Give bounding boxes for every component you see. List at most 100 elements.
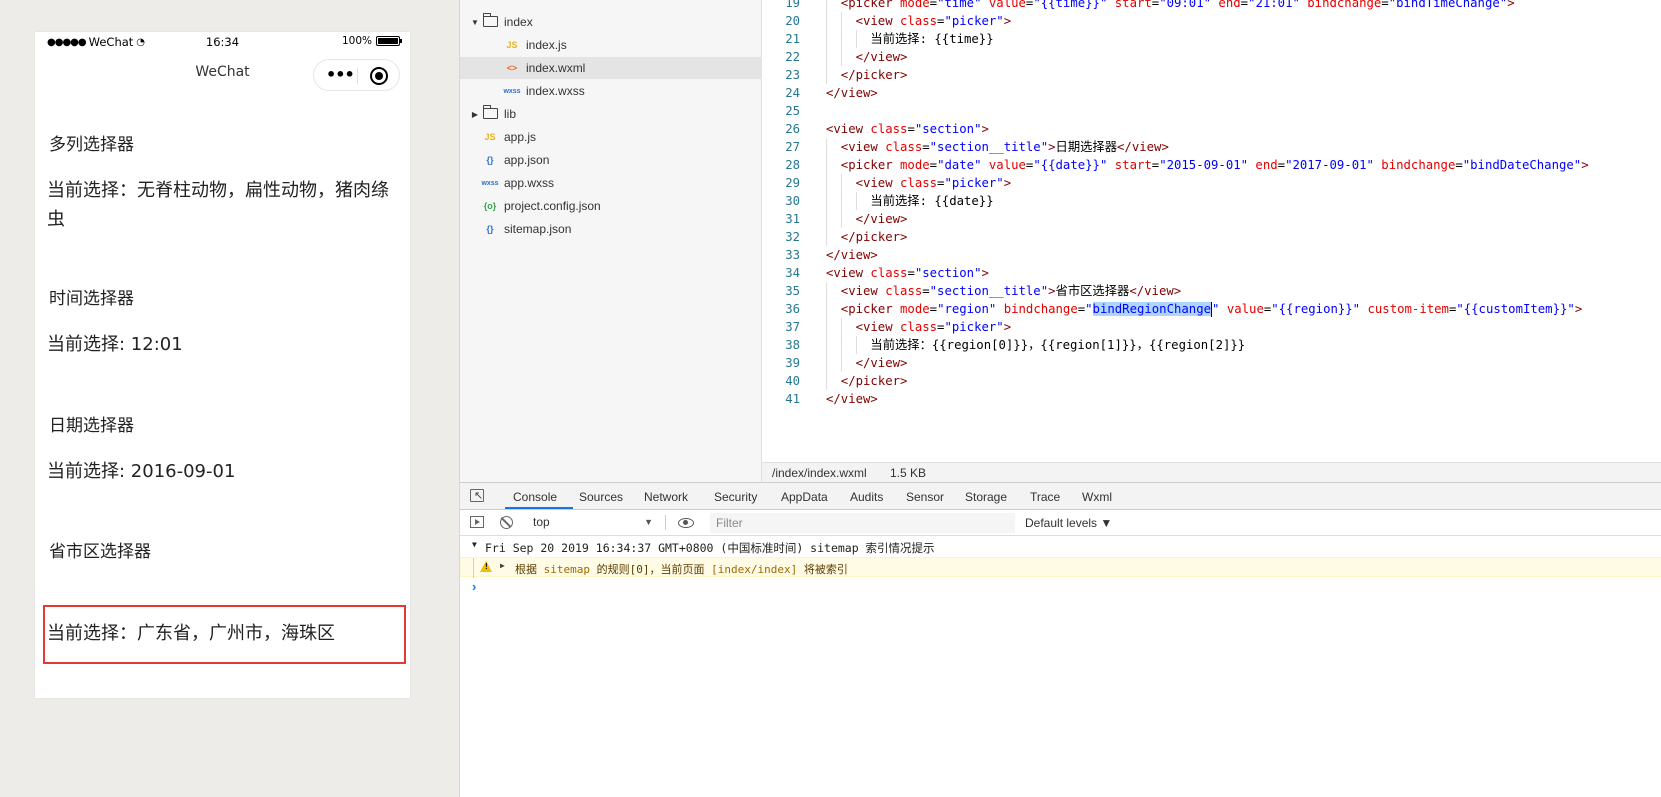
file-tree-item[interactable]: wxss index.wxss (460, 80, 762, 102)
code-line[interactable]: 31 </view> (762, 210, 1661, 228)
code-line[interactable]: 38 当前选择：{{region[0]}}，{{region[1]}}，{{reg… (762, 336, 1661, 354)
code-line[interactable]: 20 <view class="picker"> (762, 12, 1661, 30)
code-text: <picker mode="time" value="{{time}}" sta… (840, 0, 1515, 10)
code-line[interactable]: 39 </view> (762, 354, 1661, 372)
code-line[interactable]: 34 <view class="section"> (762, 264, 1661, 282)
tab-trace[interactable]: Trace (1030, 490, 1060, 504)
file-tree-item[interactable]: JS app.js (460, 126, 762, 148)
chevron-down-icon: ▼ (644, 517, 653, 527)
line-number: 36 (785, 302, 800, 316)
tab-sensor[interactable]: Sensor (906, 490, 944, 504)
line-number: 34 (785, 266, 800, 280)
code-text: <view class="picker"> (855, 320, 1012, 334)
line-number: 41 (785, 392, 800, 406)
code-line[interactable]: 22 </view> (762, 48, 1661, 66)
code-text: <picker mode="region" bindchange="bindRe… (840, 302, 1583, 317)
code-text: </view> (855, 50, 908, 64)
file-tree-item[interactable]: {} sitemap.json (460, 218, 762, 240)
indent-guide (840, 210, 842, 228)
tab-wxml[interactable]: Wxml (1082, 490, 1112, 504)
code-line[interactable]: 37 <view class="picker"> (762, 318, 1661, 336)
chevron-right-icon[interactable]: ▶ (470, 110, 480, 119)
console-group-row[interactable]: ▼ Fri Sep 20 2019 16:34:37 GMT+0800 (中国标… (460, 537, 1661, 557)
tab-network[interactable]: Network (644, 490, 688, 504)
code-line[interactable]: 24 </view> (762, 84, 1661, 102)
tab-security[interactable]: Security (714, 490, 757, 504)
filter-input[interactable] (710, 513, 1015, 533)
file-tree-item[interactable]: {} app.json (460, 149, 762, 171)
code-line[interactable]: 25 (762, 102, 1661, 120)
tab-appdata[interactable]: AppData (781, 490, 828, 504)
line-number: 26 (785, 122, 800, 136)
file-tree-item[interactable]: ▼ index (460, 11, 762, 33)
file-tree-item[interactable]: wxss app.wxss (460, 172, 762, 194)
section-title-date: 日期选择器 (49, 416, 134, 436)
file-tree-item[interactable]: <> index.wxml (460, 57, 762, 79)
expand-arrow-icon[interactable]: ▶ (500, 561, 505, 570)
line-number: 35 (785, 284, 800, 298)
code-line[interactable]: 40 </picker> (762, 372, 1661, 390)
editor-status-bar: /index/index.wxml 1.5 KB (762, 462, 1661, 482)
tab-audits[interactable]: Audits (850, 490, 883, 504)
sidebar-toggle-icon[interactable] (470, 516, 484, 528)
tab-storage[interactable]: Storage (965, 490, 1007, 504)
section-value-multiselector[interactable]: 当前选择：无脊柱动物，扁性动物，猪肉绦虫 (47, 176, 397, 234)
file-name: lib (504, 107, 517, 121)
file-tree-item[interactable]: JS index.js (460, 34, 762, 56)
section-value-time[interactable]: 当前选择: 12:01 (47, 330, 397, 359)
indent-guide (826, 282, 827, 300)
code-text: </picker> (840, 68, 908, 82)
code-line[interactable]: 19 <picker mode="time" value="{{time}}" s… (762, 0, 1661, 12)
file-name: app.js (504, 130, 537, 144)
file-name: index.js (526, 38, 567, 52)
code-line[interactable]: 21 当前选择: {{time}} (762, 30, 1661, 48)
context-value: top (533, 515, 550, 529)
code-line[interactable]: 29 <view class="picker"> (762, 174, 1661, 192)
code-editor[interactable]: 19 <picker mode="time" value="{{time}}" s… (762, 0, 1661, 462)
code-line[interactable]: 41 </view> (762, 390, 1661, 408)
close-miniprogram-icon[interactable] (370, 67, 388, 85)
code-line[interactable]: 23 </picker> (762, 66, 1661, 84)
code-line[interactable]: 32 </picker> (762, 228, 1661, 246)
more-icon[interactable]: ••• (326, 65, 355, 84)
code-line[interactable]: 35 <view class="section__title">省市区选择器</v… (762, 282, 1661, 300)
section-value-date[interactable]: 当前选择: 2016-09-01 (47, 457, 397, 486)
inspect-element-icon[interactable] (470, 489, 484, 502)
devtools-window: ●●●●● WeChat ◔ 16:34 100% WeChat ••• 多列选… (0, 0, 1661, 797)
code-line[interactable]: 36 <picker mode="region" bindchange="bind… (762, 300, 1661, 318)
console-prompt[interactable]: › (472, 579, 476, 594)
context-select[interactable]: top ▼ (530, 513, 655, 532)
menu-capsule[interactable]: ••• (313, 59, 400, 91)
indent-guide (855, 336, 857, 354)
file-name: index (504, 15, 533, 29)
capsule-divider (357, 68, 358, 84)
tab-sources[interactable]: Sources (579, 490, 623, 504)
code-text: </view> (826, 392, 878, 406)
devtools-tabbar: Console Sources Network Security AppData… (460, 483, 1661, 510)
line-number: 39 (785, 356, 800, 370)
expand-triangle-icon[interactable]: ▼ (472, 540, 477, 549)
code-line[interactable]: 26 <view class="section"> (762, 120, 1661, 138)
file-name: project.config.json (504, 199, 601, 213)
code-line[interactable]: 28 <picker mode="date" value="{{date}}" s… (762, 156, 1661, 174)
file-tree-item[interactable]: ▶ lib (460, 103, 762, 125)
live-expression-eye-icon[interactable] (678, 518, 694, 528)
line-number: 33 (785, 248, 800, 262)
code-line[interactable]: 30 当前选择: {{date}} (762, 192, 1661, 210)
code-line[interactable]: 27 <view class="section__title">日期选择器</vi… (762, 138, 1661, 156)
indent-guide (840, 318, 842, 336)
indent-guide (826, 354, 827, 372)
js-file-icon: JS (506, 40, 518, 50)
line-number: 25 (785, 104, 800, 118)
tab-console[interactable]: Console (513, 490, 557, 504)
indent-guide (826, 174, 827, 192)
clear-console-icon[interactable] (500, 516, 513, 529)
indent-guide (840, 174, 842, 192)
code-line[interactable]: 33 </view> (762, 246, 1661, 264)
log-levels-dropdown[interactable]: Default levels ▼ (1025, 516, 1112, 530)
console-warning-row[interactable]: ▶ 根据 sitemap 的规则[0]，当前页面 [index/index] 将… (460, 557, 1661, 578)
chevron-down-icon[interactable]: ▼ (470, 18, 480, 27)
file-tree-item[interactable]: {o} project.config.json (460, 195, 762, 217)
highlight-box (43, 605, 406, 664)
battery-percent: 100% (341, 35, 372, 47)
